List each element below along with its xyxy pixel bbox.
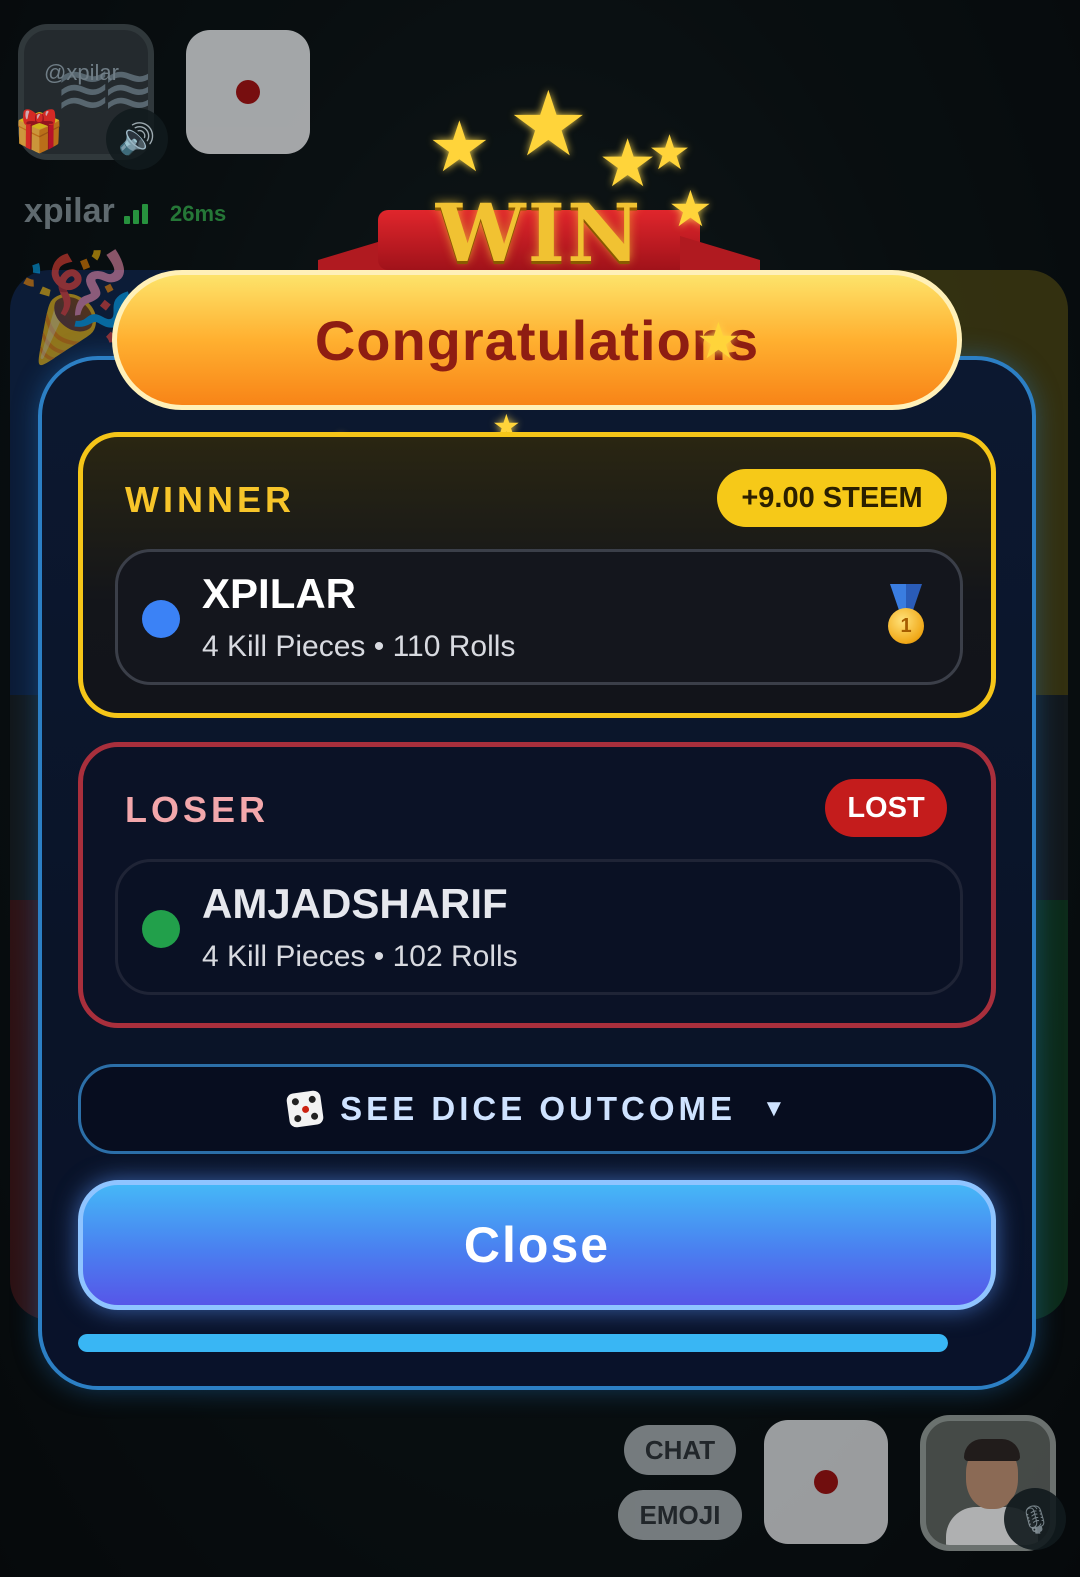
loser-label: LOSER xyxy=(125,789,270,830)
gold-medal-icon: 1 xyxy=(884,584,928,648)
chat-button[interactable]: CHAT xyxy=(624,1425,736,1475)
speaker-icon[interactable]: 🔊 xyxy=(106,108,168,170)
loser-name: AMJADSHARIF xyxy=(202,880,508,927)
dice-outcome-label: SEE DICE OUTCOME xyxy=(340,1090,737,1127)
loser-player-row: AMJADSHARIF 4 Kill Pieces • 102 Rolls xyxy=(115,859,963,995)
player-top-name: xpilar xyxy=(24,192,115,230)
winner-card: WINNER +9.00 STEEM XPILAR 4 Kill Pieces … xyxy=(78,432,996,718)
see-dice-outcome-button[interactable]: SEE DICE OUTCOME ▼ xyxy=(78,1064,996,1154)
star-icon: ★ xyxy=(696,313,741,369)
winner-name: XPILAR xyxy=(202,570,357,617)
reward-badge: +9.00 STEEM xyxy=(717,469,947,527)
player-color-dot xyxy=(142,600,180,638)
win-title: WIN xyxy=(435,186,643,280)
avatar-watermark: @xpilar xyxy=(44,60,119,85)
star-icon: ★ xyxy=(428,108,491,186)
player-color-dot xyxy=(142,910,180,948)
signal-icon xyxy=(124,204,148,224)
win-banner: ★ ★ ★ ★ ★ WIN xyxy=(318,80,760,290)
player-top-dice xyxy=(186,30,310,154)
loser-stats: 4 Kill Pieces • 102 Rolls xyxy=(202,940,518,973)
chevron-down-icon: ▼ xyxy=(762,1095,786,1122)
gift-icon[interactable]: 🎁 xyxy=(14,108,64,155)
loser-card: LOSER LOST AMJADSHARIF 4 Kill Pieces • 1… xyxy=(78,742,996,1028)
congratulations-text: Congratulations xyxy=(314,308,760,372)
microphone-icon[interactable]: 🎙 xyxy=(1004,1488,1066,1550)
lost-badge: LOST xyxy=(825,779,947,837)
ping-value: 26ms xyxy=(170,201,227,226)
auto-close-progress xyxy=(78,1334,948,1352)
emoji-button[interactable]: EMOJI xyxy=(618,1490,742,1540)
star-icon: ★ xyxy=(508,75,589,175)
star-icon: ★ xyxy=(648,127,692,180)
close-button[interactable]: Close xyxy=(78,1180,996,1310)
winner-stats: 4 Kill Pieces • 110 Rolls xyxy=(202,630,516,663)
congratulations-banner: Congratulations xyxy=(112,270,962,410)
player-bottom-dice[interactable] xyxy=(764,1420,888,1544)
winner-player-row: XPILAR 4 Kill Pieces • 110 Rolls 1 xyxy=(115,549,963,685)
avatar-hair xyxy=(964,1439,1020,1461)
dice-icon xyxy=(285,1089,325,1129)
progress-fill xyxy=(78,1334,948,1352)
winner-label: WINNER xyxy=(125,479,295,520)
